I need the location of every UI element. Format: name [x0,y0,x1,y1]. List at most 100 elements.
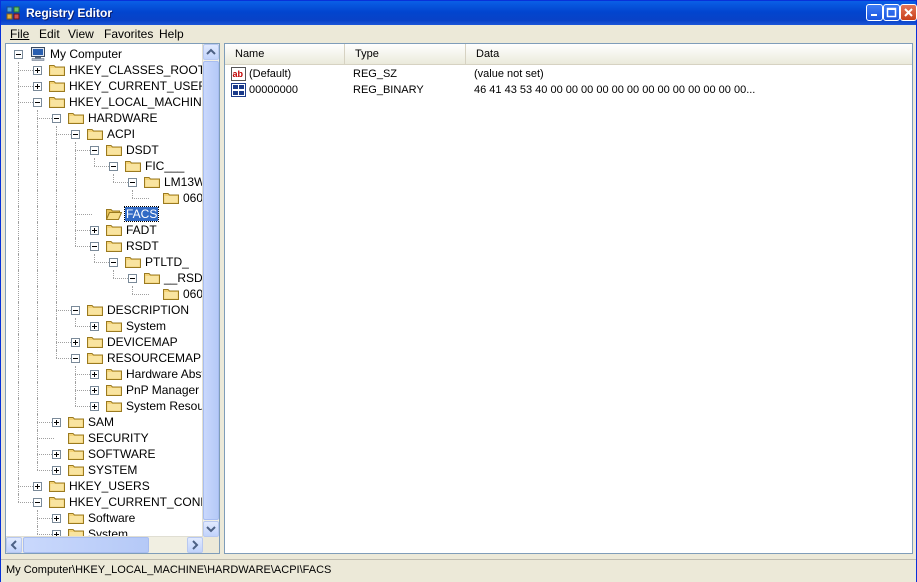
tree-node[interactable]: FACS [6,206,203,222]
tree-node[interactable]: HKEY_USERS [6,478,203,494]
folder-icon [87,127,103,140]
tree-connector [37,398,38,414]
collapse-icon[interactable] [109,162,118,171]
collapse-icon[interactable] [90,242,99,251]
tree-node[interactable]: Hardware Abstra [6,366,203,382]
tree-node[interactable]: __RSDT [6,270,203,286]
tree-node[interactable]: 060 [6,190,203,206]
collapse-icon[interactable] [33,98,42,107]
maximize-button[interactable] [883,4,900,21]
tree-node[interactable]: SECURITY [6,430,203,446]
collapse-icon[interactable] [90,146,99,155]
close-button[interactable] [900,4,917,21]
tree-node[interactable]: FADT [6,222,203,238]
tree-node[interactable]: SYSTEM [6,462,203,478]
tree-node-label: __RSDT [164,271,203,285]
tree-node[interactable]: PnP Manager [6,382,203,398]
tree-node[interactable]: System Resourc [6,398,203,414]
expand-icon[interactable] [90,322,99,331]
expand-icon[interactable] [33,482,42,491]
scroll-down-button[interactable] [203,521,219,537]
folder-icon [49,79,65,92]
value-name: (Default) [249,68,292,80]
collapse-icon[interactable] [71,130,80,139]
expand-icon[interactable] [52,514,61,523]
tree-node[interactable]: FIC___ [6,158,203,174]
tree-vertical-scrollbar[interactable] [202,44,219,537]
tree-connector [37,206,38,222]
collapse-icon[interactable] [128,178,137,187]
menu-file[interactable]: File [10,27,29,41]
tree-node-label: Hardware Abstra [126,367,203,381]
tree-node[interactable]: HKEY_CURRENT_CONFIG [6,494,203,510]
key-tree-pane[interactable]: My Computer HKEY_CLASSES_ROOT HKEY_CURRENT… [5,43,220,554]
expand-icon[interactable] [52,418,61,427]
expand-icon[interactable] [52,450,61,459]
tree-node[interactable]: HKEY_CURRENT_USER [6,78,203,94]
expand-icon[interactable] [52,466,61,475]
menu-favorites[interactable]: Favorites [104,27,153,41]
menu-edit[interactable]: Edit [39,27,60,41]
tree-node[interactable]: HARDWARE [6,110,203,126]
tree-connector [56,222,57,238]
scroll-right-button[interactable] [187,537,203,553]
tree-connector [113,270,114,278]
tree-node[interactable]: SAM [6,414,203,430]
status-bar: My Computer\HKEY_LOCAL_MACHINE\HARDWARE\… [1,559,916,582]
collapse-icon[interactable] [71,354,80,363]
collapse-icon[interactable] [109,258,118,267]
expand-icon[interactable] [90,402,99,411]
tree-node[interactable]: HKEY_CLASSES_ROOT [6,62,203,78]
expand-icon[interactable] [33,66,42,75]
collapse-icon[interactable] [33,498,42,507]
collapse-icon[interactable] [52,114,61,123]
tree-node[interactable]: HKEY_LOCAL_MACHINE [6,94,203,110]
title-bar[interactable]: Registry Editor [1,1,917,25]
tree-horizontal-scroll-thumb[interactable] [23,537,149,553]
scroll-left-button[interactable] [6,537,22,553]
menu-help[interactable]: Help [159,27,184,41]
expand-icon[interactable] [90,226,99,235]
column-header-name[interactable]: Name [225,44,345,64]
value-row[interactable]: ab (Default) REG_SZ (value not set) [225,66,912,82]
collapse-icon[interactable] [128,274,137,283]
tree-node-label: My Computer [50,47,123,61]
collapse-icon[interactable] [71,306,80,315]
expand-icon[interactable] [71,338,80,347]
tree-node[interactable]: ACPI [6,126,203,142]
tree-node[interactable]: RESOURCEMAP [6,350,203,366]
folder-icon [68,511,84,524]
tree-node[interactable]: DSDT [6,142,203,158]
tree-node-label: SAM [88,415,115,429]
close-icon [904,8,913,17]
column-header-data[interactable]: Data [466,44,912,64]
tree-horizontal-scrollbar[interactable] [6,536,203,553]
value-type: REG_SZ [353,68,398,80]
tree-node[interactable]: System [6,318,203,334]
tree-node[interactable]: 060 [6,286,203,302]
folder-icon [144,271,160,284]
tree-node[interactable]: RSDT [6,238,203,254]
tree-connector [18,446,19,462]
tree-node[interactable]: My Computer [6,46,203,62]
tree-node[interactable]: DESCRIPTION [6,302,203,318]
tree-node[interactable]: DEVICEMAP [6,334,203,350]
tree-node[interactable]: PTLTD_ [6,254,203,270]
minimize-button[interactable] [866,4,883,21]
expand-icon[interactable] [90,386,99,395]
menu-view[interactable]: View [68,27,94,41]
tree-connector [18,366,19,382]
tree-node[interactable]: LM13W [6,174,203,190]
value-row[interactable]: 00000000 REG_BINARY 46 41 43 53 40 00 00… [225,82,912,98]
scroll-up-button[interactable] [203,44,219,60]
tree-node[interactable]: SOFTWARE [6,446,203,462]
tree-connector [75,238,76,246]
values-list-pane[interactable]: Name Type Data ab (Default) REG_SZ (valu… [224,43,913,554]
tree-vertical-scroll-thumb[interactable] [203,61,219,520]
column-header-type[interactable]: Type [345,44,466,64]
tree-connector [18,462,19,478]
tree-node[interactable]: Software [6,510,203,526]
expand-icon[interactable] [33,82,42,91]
collapse-icon[interactable] [14,50,23,59]
expand-icon[interactable] [90,370,99,379]
